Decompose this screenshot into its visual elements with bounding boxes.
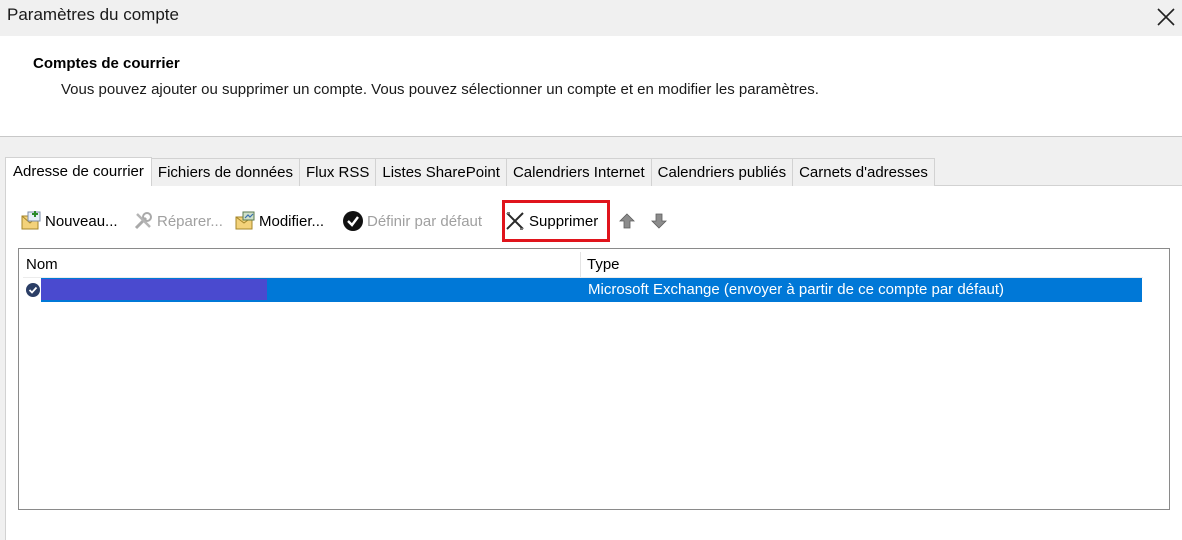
set-default-button-label: Définir par défaut — [367, 212, 483, 230]
remove-x-icon — [506, 212, 524, 230]
checkmark-circle-icon — [343, 211, 363, 231]
edit-account-icon — [235, 211, 255, 230]
tools-icon — [134, 212, 152, 230]
tab-published-calendars[interactable]: Calendriers publiés — [651, 158, 794, 186]
arrow-down-icon — [651, 213, 667, 229]
tab-internet-calendars[interactable]: Calendriers Internet — [506, 158, 652, 186]
section-heading: Comptes de courrier — [33, 55, 180, 72]
account-row[interactable]: Microsoft Exchange (envoyer à partir de … — [24, 278, 1142, 302]
move-up-button[interactable] — [618, 204, 639, 238]
header-panel: Comptes de courrier Vous pouvez ajouter … — [0, 36, 1182, 137]
set-default-button[interactable]: Définir par défaut — [342, 204, 482, 238]
window-title: Paramètres du compte — [7, 5, 179, 24]
tab-address-books[interactable]: Carnets d'adresses — [793, 158, 935, 186]
section-description: Vous pouvez ajouter ou supprimer un comp… — [61, 81, 819, 98]
arrow-up-icon — [619, 213, 635, 229]
close-button[interactable] — [1150, 2, 1182, 32]
title-bar: Paramètres du compte — [0, 0, 1182, 36]
remove-button[interactable]: Supprimer — [505, 204, 598, 238]
new-button[interactable]: Nouveau... — [20, 204, 118, 238]
remove-button-label: Supprimer — [529, 212, 599, 230]
column-header-type[interactable]: Type — [587, 254, 620, 277]
tab-rss-feeds[interactable]: Flux RSS — [300, 158, 377, 186]
redacted-account-name — [41, 279, 267, 300]
tab-email[interactable]: Adresse de courrier — [5, 157, 152, 186]
tab-strip: Adresse de courrier Fichiers de données … — [5, 157, 935, 186]
account-type: Microsoft Exchange (envoyer à partir de … — [588, 281, 1005, 298]
column-header-name[interactable]: Nom — [26, 254, 58, 277]
tab-sharepoint-lists[interactable]: Listes SharePoint — [376, 158, 507, 186]
close-icon — [1157, 8, 1175, 26]
default-account-icon — [26, 283, 40, 297]
repair-button[interactable]: Réparer... — [132, 204, 223, 238]
new-account-icon — [21, 211, 41, 230]
change-button-label: Modifier... — [259, 212, 325, 230]
move-down-button[interactable] — [650, 204, 671, 238]
accounts-list[interactable]: Nom Type Microsoft Exchange (envoyer à p… — [18, 248, 1170, 510]
change-button[interactable]: Modifier... — [234, 204, 324, 238]
new-button-label: Nouveau... — [45, 212, 118, 230]
column-separator[interactable] — [580, 252, 581, 278]
tab-data-files[interactable]: Fichiers de données — [151, 158, 300, 186]
repair-button-label: Réparer... — [157, 212, 223, 230]
